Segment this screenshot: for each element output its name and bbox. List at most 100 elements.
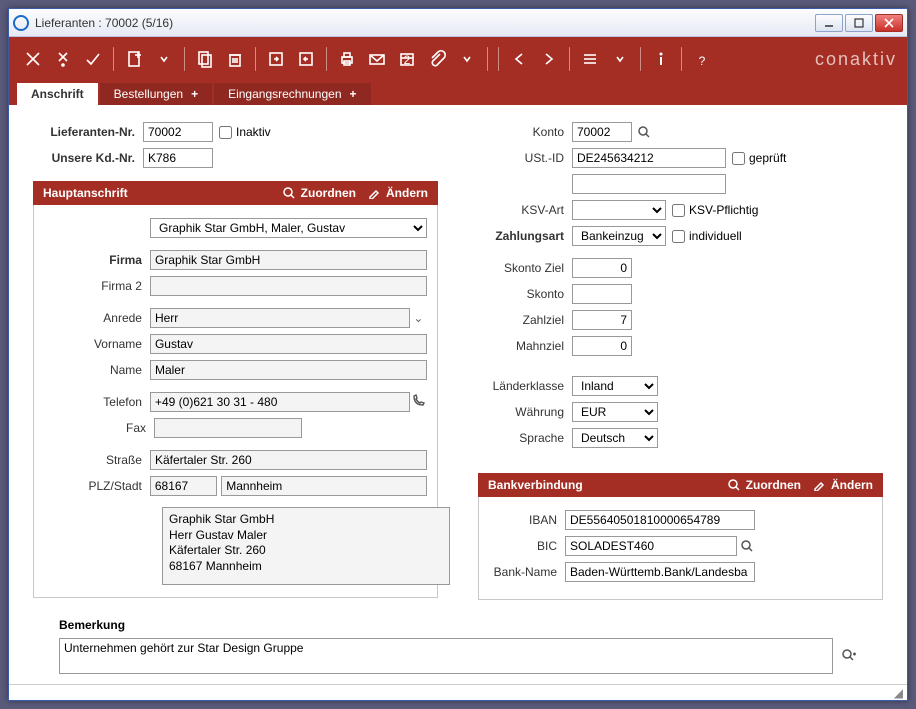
firma-field: Graphik Star GmbH	[150, 250, 427, 270]
menu-dropdown-icon[interactable]	[606, 45, 634, 73]
maximize-button[interactable]	[845, 14, 873, 32]
info-icon[interactable]	[647, 45, 675, 73]
toolbar: 2 ? conaktiv	[9, 37, 907, 81]
content: Lieferanten-Nr. Inaktiv Unsere Kd.-Nr. H…	[9, 105, 907, 684]
resize-grip-icon[interactable]: ◢	[894, 686, 903, 700]
label-iban: IBAN	[489, 513, 565, 527]
svg-text:?: ?	[699, 54, 706, 68]
cancel-icon[interactable]	[19, 45, 47, 73]
label-firma: Firma	[44, 253, 150, 267]
skonto-input[interactable]	[572, 284, 632, 304]
title-bar: Lieferanten : 70002 (5/16)	[9, 9, 907, 37]
hauptanschrift-zuordnen[interactable]: Zuordnen	[281, 185, 356, 201]
ustid-input[interactable]	[572, 148, 726, 168]
ksvart-select[interactable]	[572, 200, 666, 220]
ksvpflichtig-checkbox[interactable]	[672, 204, 685, 217]
tab-eingangsrechnungen[interactable]: Eingangsrechnungen+	[214, 83, 370, 105]
bankverbindung-title: Bankverbindung	[488, 478, 716, 492]
bankverbindung-zuordnen[interactable]: Zuordnen	[726, 477, 801, 493]
bic-input[interactable]	[565, 536, 737, 556]
label-sprache: Sprache	[478, 431, 572, 445]
app-icon	[13, 15, 29, 31]
label-ustid: USt.-ID	[478, 151, 572, 165]
label-bemerkung: Bemerkung	[59, 618, 883, 632]
tab-bestellungen[interactable]: Bestellungen+	[100, 83, 212, 105]
waehrung-select[interactable]: EUR	[572, 402, 658, 422]
window: Lieferanten : 70002 (5/16) 2 ?	[8, 8, 908, 701]
pencil-icon	[366, 185, 382, 201]
kontakt-select[interactable]: Graphik Star GmbH, Maler, Gustav	[150, 218, 427, 238]
label-laenderklasse: Länderklasse	[478, 379, 572, 393]
adresse-block: Graphik Star GmbH Herr Gustav Maler Käfe…	[162, 507, 450, 585]
mail-icon[interactable]	[363, 45, 391, 73]
delete-icon[interactable]	[221, 45, 249, 73]
chevron-down-icon[interactable]: ⌄	[410, 311, 427, 325]
label-bic: BIC	[489, 539, 565, 553]
bankname-input[interactable]	[565, 562, 755, 582]
geprueft-checkbox[interactable]	[732, 152, 745, 165]
skontoziel-input[interactable]	[572, 258, 632, 278]
bankverbindung-header: Bankverbindung Zuordnen Ändern	[478, 473, 883, 497]
inaktiv-checkbox[interactable]	[219, 126, 232, 139]
label-skonto: Skonto	[478, 287, 572, 301]
pencil-icon	[811, 477, 827, 493]
hauptanschrift-header: Hauptanschrift Zuordnen Ändern	[33, 181, 438, 205]
label-waehrung: Währung	[478, 405, 572, 419]
hauptanschrift-aendern[interactable]: Ändern	[366, 185, 428, 201]
zahlungsart-select[interactable]: Bankeinzug	[572, 226, 666, 246]
bankverbindung-aendern[interactable]: Ändern	[811, 477, 873, 493]
label-skontoziel: Skonto Ziel	[478, 261, 572, 275]
konto-search-icon[interactable]	[636, 124, 652, 140]
label-konto: Konto	[478, 125, 572, 139]
hauptanschrift-title: Hauptanschrift	[43, 186, 271, 200]
bemerkung-textarea[interactable]: Unternehmen gehört zur Star Design Grupp…	[59, 638, 833, 674]
laenderklasse-select[interactable]: Inland	[572, 376, 658, 396]
label-fax: Fax	[44, 421, 154, 435]
label-lieferanten-nr: Lieferanten-Nr.	[33, 125, 143, 139]
minimize-button[interactable]	[815, 14, 843, 32]
tab-bar: Anschrift Bestellungen+ Eingangsrechnung…	[9, 81, 907, 105]
new-dropdown-icon[interactable]	[150, 45, 178, 73]
reject-all-icon[interactable]	[49, 45, 77, 73]
print-icon[interactable]	[333, 45, 361, 73]
import-icon[interactable]	[262, 45, 290, 73]
confirm-icon[interactable]	[79, 45, 107, 73]
zahlziel-input[interactable]	[572, 310, 632, 330]
konto-input[interactable]	[572, 122, 632, 142]
menu-icon[interactable]	[576, 45, 604, 73]
phone-icon[interactable]	[410, 394, 427, 411]
attachment-icon[interactable]	[423, 45, 451, 73]
mahnziel-input[interactable]	[572, 336, 632, 356]
bemerkung-expand-icon[interactable]	[841, 648, 857, 664]
iban-input[interactable]	[565, 510, 755, 530]
lieferanten-nr-input[interactable]	[143, 122, 213, 142]
ustid-extra-input[interactable]	[572, 174, 726, 194]
name-field: Maler	[150, 360, 427, 380]
label-anrede: Anrede	[44, 311, 150, 325]
prev-icon[interactable]	[505, 45, 533, 73]
status-bar: ◢	[9, 684, 907, 700]
label-plz-stadt: PLZ/Stadt	[44, 479, 150, 493]
label-telefon: Telefon	[44, 395, 150, 409]
vorname-field: Gustav	[150, 334, 427, 354]
close-button[interactable]	[875, 14, 903, 32]
label-ksvpflichtig: KSV-Pflichtig	[689, 203, 758, 217]
individuell-checkbox[interactable]	[672, 230, 685, 243]
tab-anschrift[interactable]: Anschrift	[17, 83, 98, 105]
bic-search-icon[interactable]	[739, 538, 755, 554]
window-title: Lieferanten : 70002 (5/16)	[35, 16, 813, 30]
export-icon[interactable]	[292, 45, 320, 73]
search-icon	[281, 185, 297, 201]
copy-icon[interactable]	[191, 45, 219, 73]
attachment-dropdown-icon[interactable]	[453, 45, 481, 73]
next-icon[interactable]	[535, 45, 563, 73]
label-inaktiv: Inaktiv	[236, 125, 271, 139]
stadt-field: Mannheim	[221, 476, 427, 496]
brand-logo: conaktiv	[815, 49, 897, 70]
firma2-field	[150, 276, 427, 296]
sprache-select[interactable]: Deutsch	[572, 428, 658, 448]
calendar-icon[interactable]: 2	[393, 45, 421, 73]
new-icon[interactable]	[120, 45, 148, 73]
unsere-kdnr-input[interactable]	[143, 148, 213, 168]
help-icon[interactable]: ?	[688, 45, 716, 73]
